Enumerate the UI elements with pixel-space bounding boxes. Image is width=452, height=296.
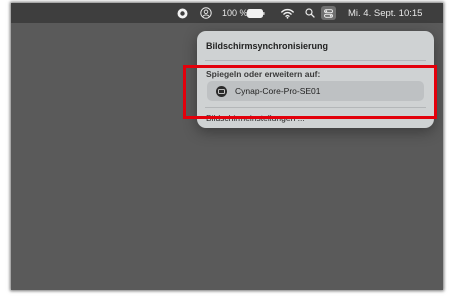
menu-clock[interactable]: Mi. 4. Sept. 10:15 bbox=[348, 3, 422, 23]
battery-percent: 100 % bbox=[222, 8, 248, 18]
search-icon[interactable] bbox=[305, 3, 315, 23]
menu-title: Bildschirmsynchronisierung bbox=[206, 41, 329, 51]
battery-icon[interactable] bbox=[247, 3, 265, 23]
menu-divider bbox=[205, 60, 426, 61]
control-center-icon[interactable] bbox=[321, 3, 336, 23]
menu-bar: 100 % Mi. 4. Sept. 10:15 bbox=[11, 3, 443, 23]
desktop-screen: 100 % Mi. 4. Sept. 10:15 Bildschirmsynch… bbox=[11, 3, 443, 290]
wifi-icon[interactable] bbox=[281, 3, 294, 23]
record-icon[interactable] bbox=[177, 3, 188, 23]
highlight-frame bbox=[183, 65, 437, 119]
user-icon[interactable] bbox=[200, 3, 212, 23]
